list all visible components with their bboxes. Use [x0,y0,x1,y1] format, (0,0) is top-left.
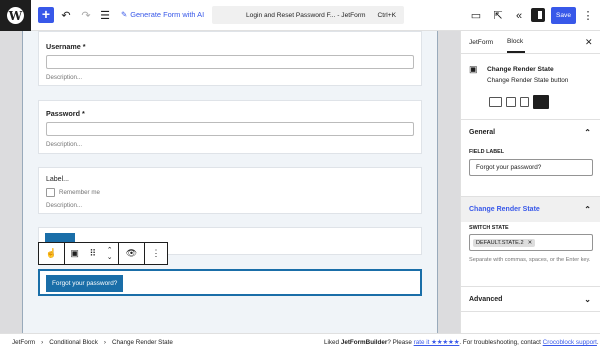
support-link[interactable]: Crocoblock support [543,339,597,346]
block-controls: ▣ ⠿ ⌃ ⌄ [65,243,119,264]
breadcrumb-item[interactable]: Conditional Block [49,339,98,346]
password-field-block[interactable]: Password * Description... [38,100,422,154]
remove-token-icon[interactable]: ✕ [528,240,533,246]
field-label: Label... [46,176,69,183]
switch-state-help: Separate with commas, spaces, or the Ent… [469,257,591,263]
variation-1-icon[interactable] [489,97,502,107]
document-title: Login and Reset Password F... - JetForm [246,11,366,19]
block-variation-switcher [489,95,549,109]
breadcrumb: JetForm › Conditional Block › Change Ren… [12,339,173,346]
chevron-down-icon: ⌄ [584,294,591,304]
add-block-button[interactable]: + [38,7,54,23]
document-overview-icon[interactable]: ☰ [99,8,111,23]
remember-checkbox[interactable] [46,188,55,197]
general-panel-toggle[interactable]: General ⌃ [461,119,600,145]
selected-forgot-password-block[interactable]: Forgot your password? [38,269,422,296]
parent-block-icon[interactable]: ☝ [39,243,65,264]
settings-sidebar-toggle-icon[interactable] [531,8,545,22]
document-title-bar[interactable]: Login and Reset Password F... - JetForm … [212,6,404,24]
move-arrows-icon[interactable]: ⌃ ⌄ [107,247,113,261]
username-input[interactable] [46,55,414,69]
eye-icon[interactable]: 👁 [119,243,145,264]
generate-form-ai-button[interactable]: ✎ Generate Form with AI [121,10,204,19]
chevron-right-icon: › [41,339,44,346]
advanced-panel-toggle[interactable]: Advanced ⌄ [461,286,600,312]
tab-block[interactable]: Block [507,31,525,53]
external-link-icon[interactable]: ⇱ [492,8,504,23]
drag-handle-icon[interactable]: ⠿ [90,248,97,259]
change-render-state-icon[interactable]: ▣ [70,248,79,259]
undo-icon[interactable]: ↶ [60,8,72,23]
username-field-block[interactable]: Username * Description... [38,31,422,86]
editor-topbar: W + ↶ ↷ ☰ ✎ Generate Form with AI Login … [0,0,600,31]
block-type-icon: ▣ [469,64,478,74]
chevron-right-icon: › [103,339,106,346]
tab-jetform[interactable]: JetForm [469,31,493,53]
status-bar: JetForm › Conditional Block › Change Ren… [0,333,600,350]
redo-icon[interactable]: ↷ [80,8,92,23]
change-render-state-panel-toggle[interactable]: Change Render State ⌃ [461,196,600,222]
credit-text: Liked JetFormBuilder? Please rate it ★★★… [324,339,599,346]
more-options-icon[interactable]: ⋮ [145,243,167,264]
more-options-icon[interactable]: ⋮ [583,8,594,23]
collapse-icon[interactable]: « [513,8,525,23]
save-button[interactable]: Save [551,7,576,24]
state-token: DEFAULT.STATE.2 ✕ [473,238,536,247]
field-label-input[interactable]: Forgot your password? [469,159,593,176]
switch-state-caption: SWITCH STATE [469,225,509,231]
wordpress-logo-icon[interactable]: W [0,0,31,31]
rate-link[interactable]: rate it ★★★★★ [414,339,460,346]
block-description: Change Render State button [487,77,569,84]
password-input[interactable] [46,122,414,136]
field-label: Username * [46,42,86,51]
view-icon[interactable]: ▭ [470,8,482,23]
variation-3-icon[interactable] [520,97,529,107]
breadcrumb-item: Change Render State [111,339,173,346]
checkbox-field-block[interactable]: Label... Remember me Description... [38,167,422,214]
switch-state-input[interactable]: DEFAULT.STATE.2 ✕ [469,234,593,251]
field-label: Password * [46,109,85,118]
shortcut-hint: Ctrl+K [377,11,396,19]
remember-label: Remember me [59,189,100,196]
chevron-up-icon: ⌃ [584,128,591,137]
block-toolbar: ☝ ▣ ⠿ ⌃ ⌄ 👁 ⋮ [38,242,168,265]
magic-wand-icon: ✎ [121,10,128,19]
settings-sidebar: JetForm Block ✕ ▣ Change Render State Ch… [460,31,600,333]
breadcrumb-item[interactable]: JetForm [12,339,35,346]
field-description: Description... [46,74,83,81]
variation-2-icon[interactable] [506,97,516,107]
variation-4-icon[interactable] [533,95,549,109]
field-description: Description... [46,202,83,209]
field-label-caption: FIELD LABEL [469,149,505,155]
block-title: Change Render State [487,66,554,73]
close-icon[interactable]: ✕ [585,31,593,53]
chevron-up-icon: ⌃ [584,205,591,214]
field-description: Description... [46,141,83,148]
forgot-password-button[interactable]: Forgot your password? [46,275,124,292]
